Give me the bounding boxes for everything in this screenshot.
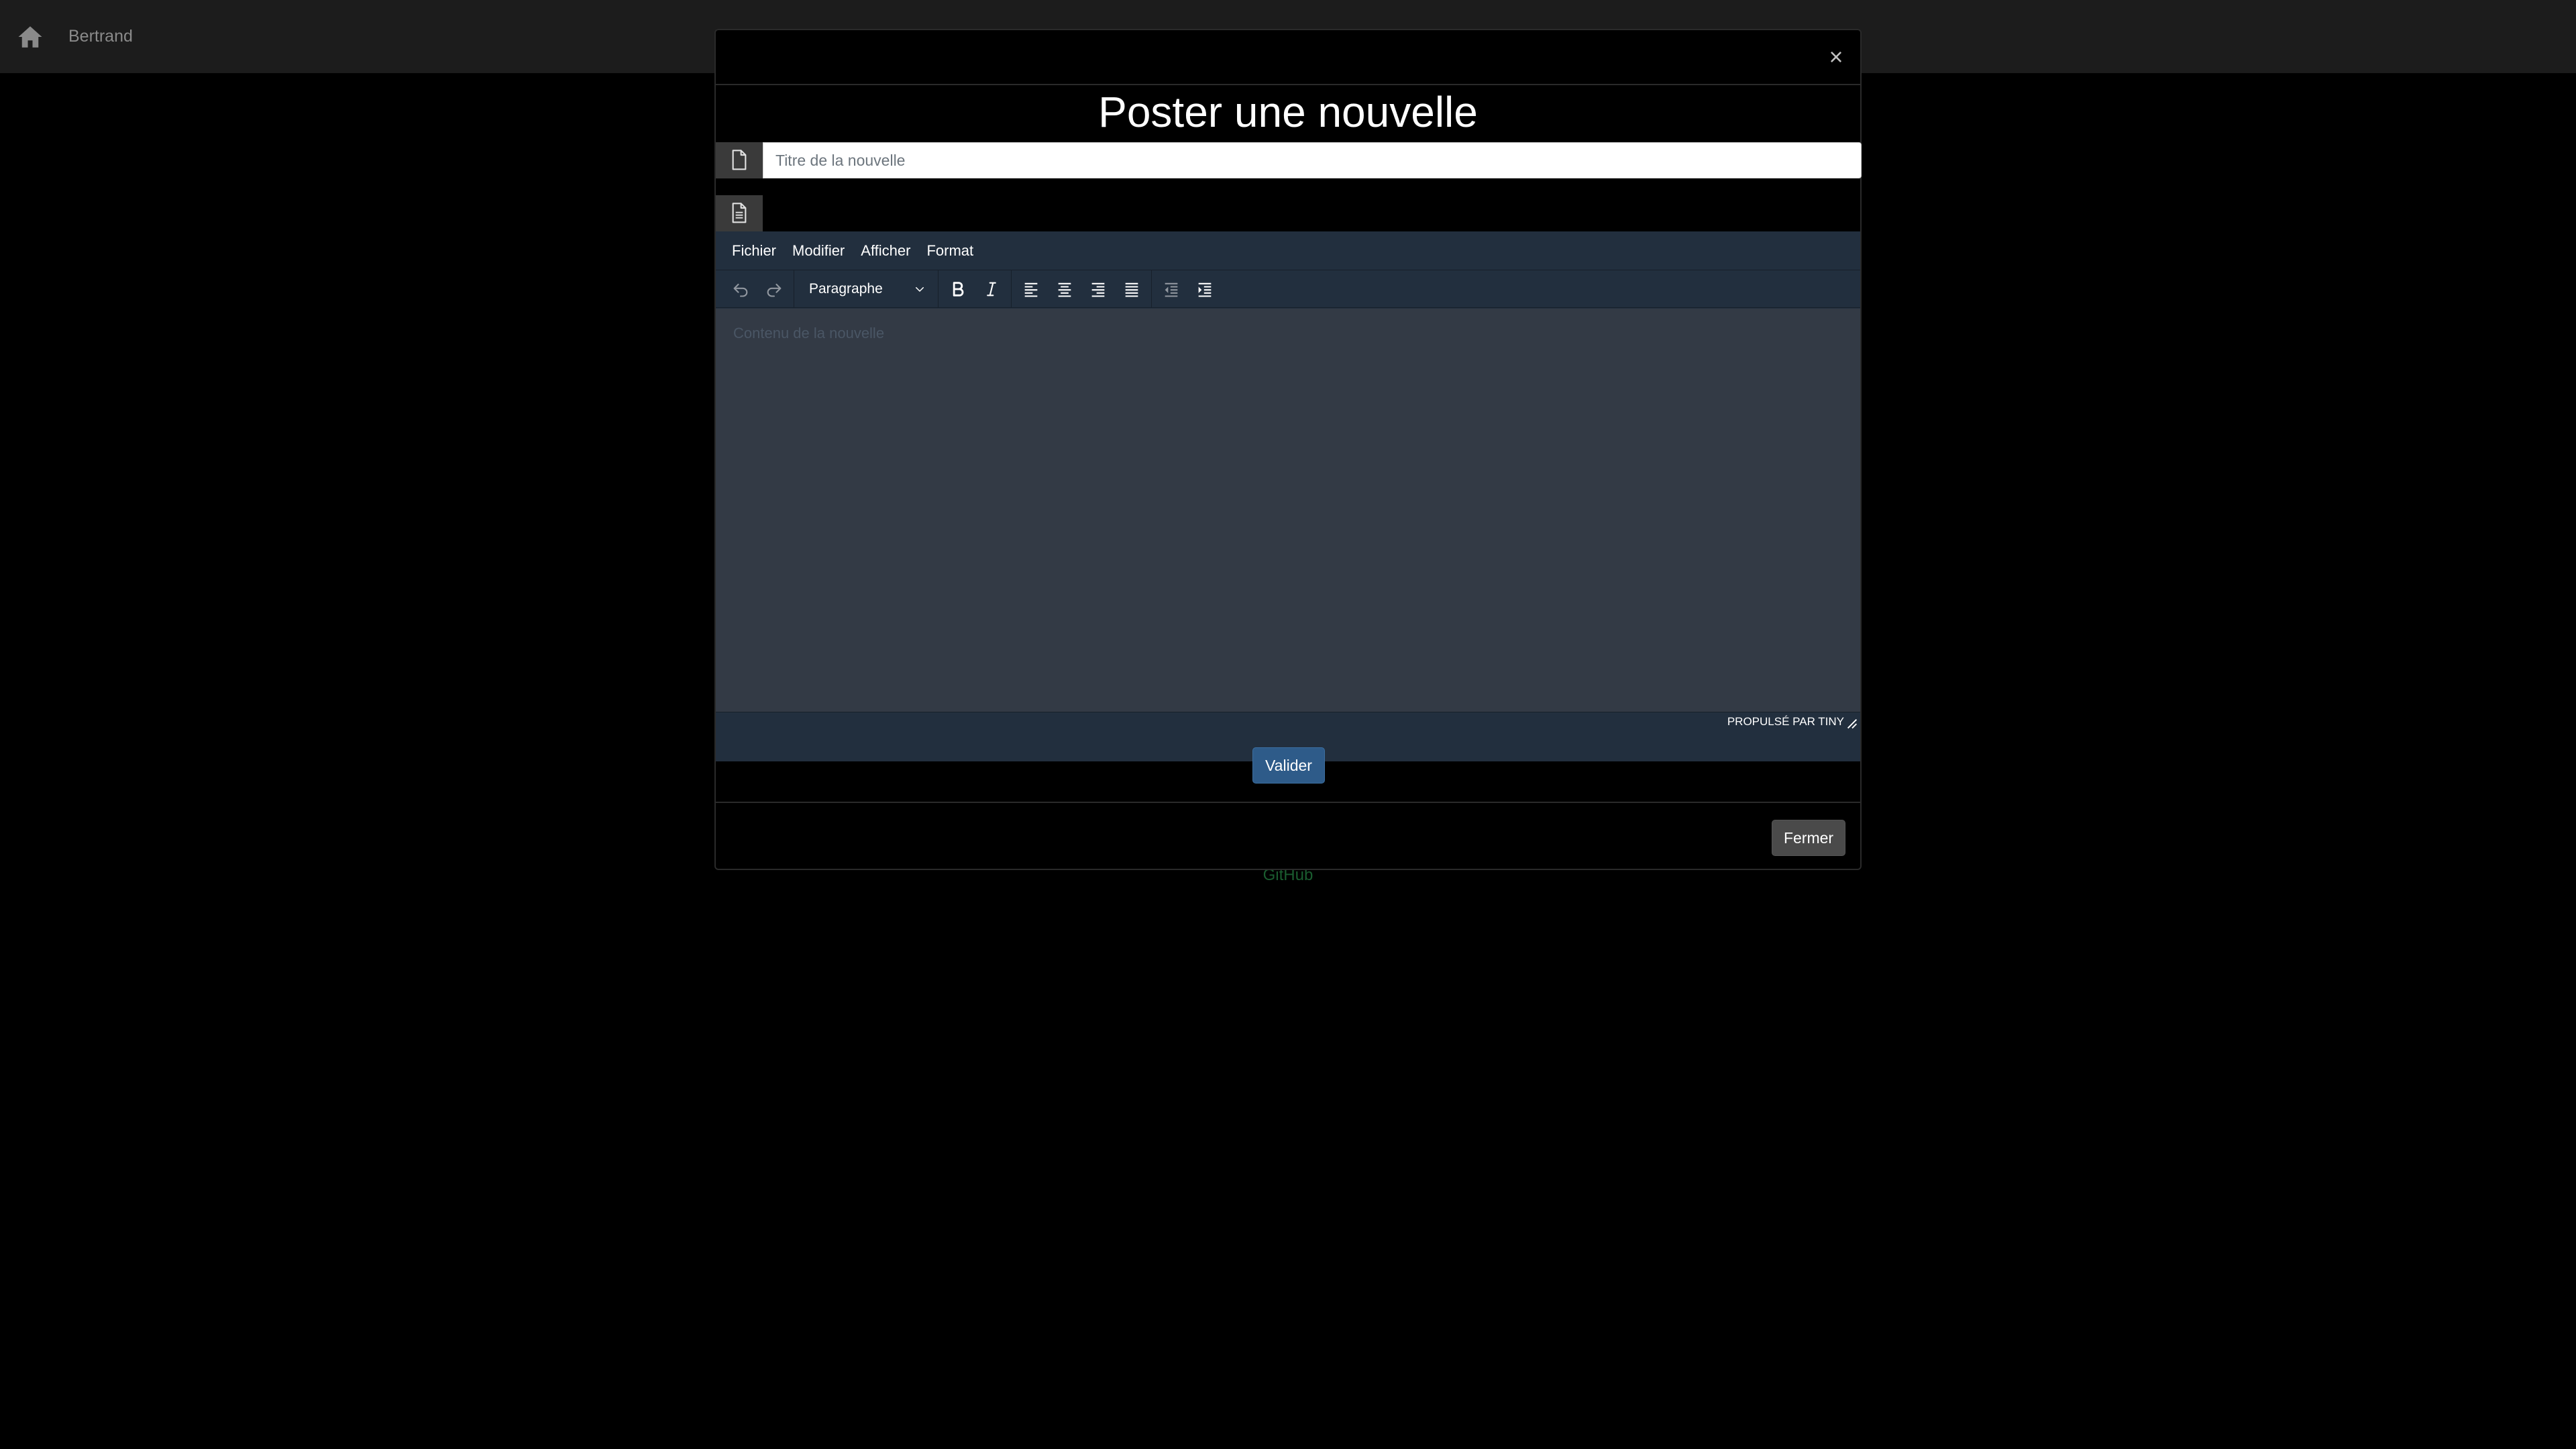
indent-group: [1152, 270, 1224, 308]
menu-format[interactable]: Format: [918, 231, 981, 270]
align-justify-icon: [1125, 282, 1138, 297]
title-addon: [716, 142, 763, 178]
align-center-button[interactable]: [1048, 274, 1081, 305]
undo-icon: [733, 283, 748, 297]
editor-menubar: Fichier Modifier Afficher Format: [716, 231, 1860, 270]
align-left-button[interactable]: [1014, 274, 1048, 305]
valider-button[interactable]: Valider: [1252, 747, 1325, 784]
modal-title: Poster une nouvelle: [1098, 88, 1478, 136]
history-group: [721, 270, 794, 308]
indent-icon: [1198, 282, 1212, 297]
italic-icon: [987, 282, 996, 296]
align-justify-button[interactable]: [1115, 274, 1148, 305]
resize-handle-icon[interactable]: [1847, 718, 1858, 729]
home-link[interactable]: [16, 23, 44, 51]
align-center-icon: [1058, 282, 1071, 297]
indent-button[interactable]: [1188, 274, 1222, 305]
undo-button[interactable]: [724, 274, 757, 305]
italic-button[interactable]: [975, 274, 1008, 305]
rich-text-editor: Fichier Modifier Afficher Format Paragra…: [716, 231, 1860, 761]
title-input-group: [716, 142, 1862, 178]
modal-header: ×: [716, 30, 1860, 85]
outdent-icon: [1165, 282, 1178, 297]
nav-user-name[interactable]: Bertrand: [68, 25, 133, 47]
outdent-button[interactable]: [1155, 274, 1188, 305]
news-title-input[interactable]: [763, 142, 1862, 178]
block-format-group: Paragraphe: [794, 270, 938, 308]
close-icon[interactable]: ×: [1824, 45, 1848, 69]
chevron-down-icon: [916, 286, 924, 292]
file-icon: [732, 150, 747, 170]
tiny-branding-link[interactable]: Propulsé par Tiny: [1727, 712, 1844, 731]
modal-footer: Fermer: [716, 802, 1860, 870]
bold-icon: [953, 281, 964, 297]
redo-icon: [767, 283, 782, 297]
formatting-group: [938, 270, 1012, 308]
file-text-icon: [732, 203, 747, 223]
menu-afficher[interactable]: Afficher: [853, 231, 918, 270]
align-right-icon: [1091, 282, 1105, 297]
content-addon: [716, 195, 763, 231]
align-left-icon: [1024, 282, 1038, 297]
post-news-modal: × Poster une nouvelle Fichier Modifier A…: [714, 29, 1862, 870]
block-format-value: Paragraphe: [809, 280, 883, 297]
align-right-button[interactable]: [1081, 274, 1115, 305]
editor-statusbar: Propulsé par Tiny: [716, 712, 1860, 731]
bold-button[interactable]: [941, 274, 975, 305]
fermer-button[interactable]: Fermer: [1772, 820, 1845, 856]
redo-button[interactable]: [757, 274, 791, 305]
editor-placeholder: Contenu de la nouvelle: [733, 325, 885, 341]
alignment-group: [1012, 270, 1152, 308]
menu-fichier[interactable]: Fichier: [724, 231, 784, 270]
editor-toolbar: Paragraphe: [716, 270, 1860, 308]
block-format-select[interactable]: Paragraphe: [797, 274, 935, 305]
editor-content-area[interactable]: Contenu de la nouvelle: [716, 309, 1860, 712]
home-icon: [18, 26, 42, 48]
menu-modifier[interactable]: Modifier: [784, 231, 853, 270]
